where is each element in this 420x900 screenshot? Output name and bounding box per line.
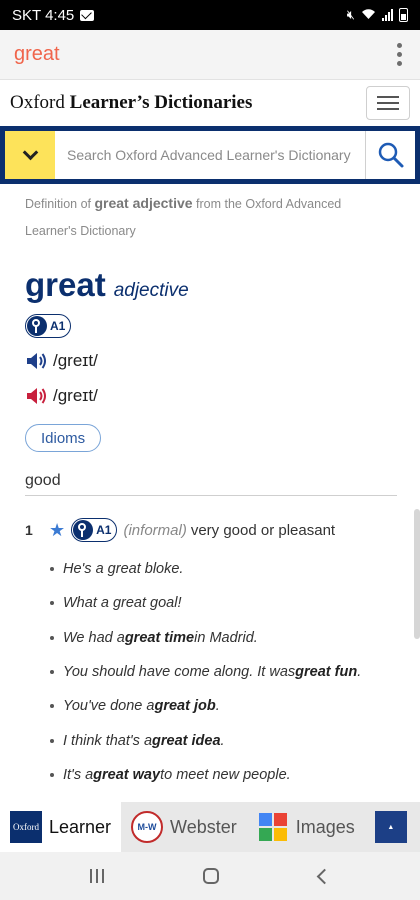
oxford-logo[interactable]: Oxford Learner’s Dictionaries <box>10 92 252 114</box>
scrollbar-handle[interactable] <box>414 509 420 639</box>
home-icon[interactable] <box>203 868 220 884</box>
mute-icon: 🔇︎ <box>346 7 355 22</box>
google-images-icon <box>258 813 287 841</box>
status-bar: SKT 4:45 🔇︎ <box>0 0 420 30</box>
example-item: You should have come along. It was great… <box>50 655 400 689</box>
pronunciation-american[interactable]: /ɡreɪt/ <box>25 385 98 407</box>
search-bar <box>0 126 420 184</box>
entry-content[interactable]: Definition of great adjective from the O… <box>0 184 420 802</box>
oxford-key-icon <box>73 520 94 540</box>
headword: great <box>25 266 106 303</box>
example-item: You've done a great job. <box>50 689 400 723</box>
hamburger-menu-icon[interactable] <box>366 86 410 120</box>
merriam-webster-icon: M-W <box>131 811 164 843</box>
site-header: Oxford Learner’s Dictionaries <box>0 80 420 126</box>
oxford-key-icon <box>27 316 47 336</box>
system-nav-bar <box>0 852 420 900</box>
mail-notification-icon <box>80 9 95 21</box>
back-icon[interactable] <box>316 868 333 884</box>
tab-label: Images <box>295 816 355 837</box>
tab-label: Learner <box>49 816 112 837</box>
register-label: (informal) <box>123 521 187 539</box>
sense-number: 1 <box>25 522 33 538</box>
part-of-speech: adjective <box>113 280 189 301</box>
sense-1: 1 ★ A1 (informal) very good or pleasant <box>25 518 335 542</box>
ipa-american: /ɡreɪt/ <box>53 386 98 405</box>
tab-images[interactable]: Images <box>247 802 365 852</box>
headword-row: great adjective <box>25 266 189 304</box>
sense-heading: good <box>25 472 397 496</box>
definition: very good or pleasant <box>190 521 336 539</box>
recent-apps-icon[interactable] <box>89 869 104 883</box>
ipa-british: /ɡreɪt/ <box>53 351 98 370</box>
oxford-3000-badge[interactable]: A1 <box>25 314 72 338</box>
search-icon <box>378 142 403 168</box>
signal-icon <box>382 9 393 21</box>
examples-list: He's a great bloke. What a great goal! W… <box>50 552 400 792</box>
example-item: It's a great way to meet new people. <box>50 758 400 792</box>
chevron-down-icon <box>22 144 38 161</box>
dictionary-select-button[interactable] <box>5 131 55 179</box>
example-item: We had a great time in Madrid. <box>50 621 400 655</box>
speaker-british-icon[interactable] <box>25 350 49 372</box>
battery-icon <box>399 8 408 22</box>
pronunciation-british[interactable]: /ɡreɪt/ <box>25 350 98 372</box>
star-icon[interactable]: ★ <box>49 520 65 541</box>
search-button[interactable] <box>365 131 415 179</box>
example-item: I think that's a great idea. <box>50 723 400 757</box>
longman-icon: ▲ <box>374 811 407 843</box>
current-search-term[interactable]: great <box>14 43 60 66</box>
example-item: What a great goal! <box>50 586 400 620</box>
idioms-button[interactable]: Idioms <box>25 424 102 452</box>
source-note: Definition of great adjective from the O… <box>25 195 342 238</box>
tab-longman[interactable]: ▲ <box>365 802 417 852</box>
cefr-level: A1 <box>50 319 66 333</box>
cefr-level: A1 <box>96 523 112 537</box>
tab-learner[interactable]: Oxford Learner <box>0 802 122 852</box>
overflow-menu-icon[interactable] <box>393 37 406 72</box>
search-input[interactable] <box>55 131 365 179</box>
app-bar: great <box>0 30 420 80</box>
tab-webster[interactable]: M-W Webster <box>121 802 247 852</box>
wifi-icon <box>361 8 376 23</box>
carrier-time: SKT 4:45 <box>12 6 75 24</box>
example-item: He's a great bloke. <box>50 552 400 586</box>
speaker-american-icon[interactable] <box>25 385 49 407</box>
oxford-icon: Oxford <box>10 811 42 843</box>
oxford-3000-badge[interactable]: A1 <box>71 518 118 542</box>
tab-label: Webster <box>170 816 237 837</box>
dictionary-tabs: Oxford Learner M-W Webster Images ▲ <box>0 802 420 852</box>
